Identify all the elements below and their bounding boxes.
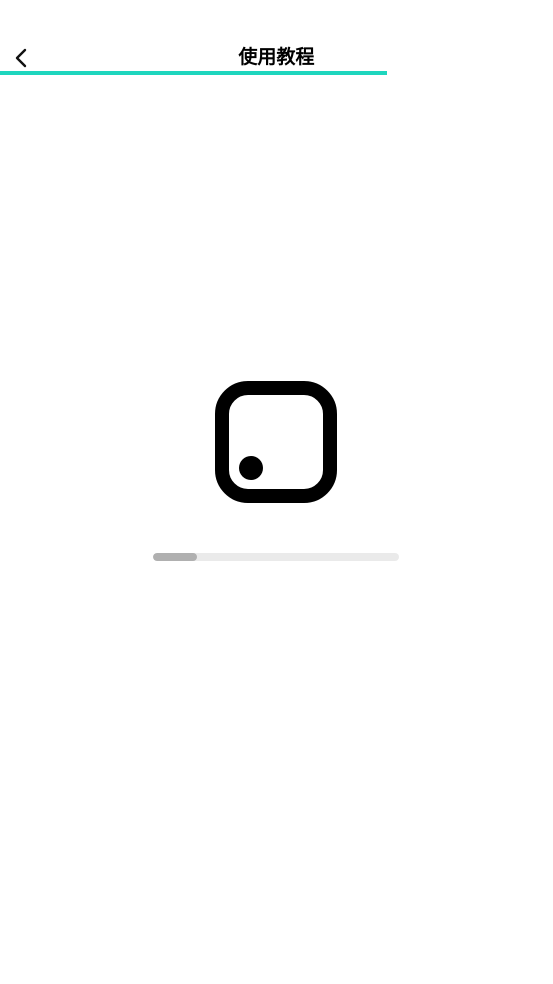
- page-load-progress-fill: [0, 71, 388, 75]
- loading-progress-bar: [153, 553, 399, 561]
- loading-progress-fill: [153, 553, 198, 561]
- page-load-progress-bar: [0, 71, 553, 75]
- page-title: 使用教程: [238, 46, 315, 68]
- top-bar: 使用教程: [0, 0, 553, 76]
- app-placeholder-icon: [215, 381, 337, 503]
